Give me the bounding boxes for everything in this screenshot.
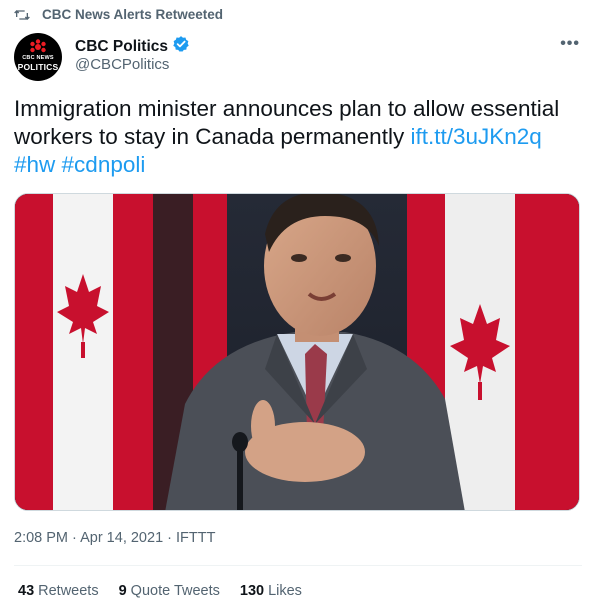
author-name[interactable]: CBC Politics <box>75 35 190 58</box>
photo-image <box>15 194 579 510</box>
quotes-label: Quote Tweets <box>130 583 220 599</box>
more-icon[interactable]: ••• <box>560 35 580 53</box>
engagement-stats: 43 Retweets 9 Quote Tweets 130 Likes <box>18 583 302 599</box>
hashtag-hw[interactable]: #hw <box>14 152 55 177</box>
avatar-section: POLITICS <box>17 62 59 72</box>
tweet-hashtags: #hw #cdnpoli <box>14 151 582 179</box>
retweet-context[interactable]: CBC News Alerts Retweeted <box>14 7 223 22</box>
flag-left <box>15 194 153 510</box>
tweet-timestamp[interactable]: 2:08 PM · Apr 14, 2021 · IFTTT <box>14 530 216 546</box>
avatar-brand: CBC NEWS <box>22 55 54 61</box>
author-handle[interactable]: @CBCPolitics <box>75 56 169 73</box>
hashtag-cdnpoli[interactable]: #cdnpoli <box>62 152 146 177</box>
tweet-time: 2:08 PM <box>14 530 68 546</box>
likes-stat[interactable]: 130 Likes <box>240 583 302 599</box>
verified-badge-icon <box>172 35 190 58</box>
tweet-text-line-2: workers to stay in Canada permanently if… <box>14 123 582 151</box>
tweet-photo[interactable] <box>14 193 580 511</box>
tweet-date: Apr 14, 2021 <box>80 530 164 546</box>
divider <box>14 565 582 566</box>
tweet-text-line-2-text: workers to stay in Canada permanently <box>14 124 405 149</box>
quotes-count: 9 <box>118 583 127 599</box>
likes-count: 130 <box>239 583 265 599</box>
tweet-text: Immigration minister announces plan to a… <box>14 95 582 179</box>
tweet-link[interactable]: ift.tt/3uJKn2q <box>410 124 541 149</box>
tweet-header: CBC NEWS POLITICS CBC Politics @CBCPolit… <box>14 33 582 85</box>
timestamp-separator: · <box>167 530 177 546</box>
likes-label: Likes <box>268 583 302 599</box>
retweet-icon <box>14 8 30 22</box>
timestamp-separator: · <box>72 530 81 546</box>
tweet-text-line-1: Immigration minister announces plan to a… <box>14 96 560 121</box>
retweets-count: 43 <box>18 583 35 599</box>
cbc-gem-icon <box>30 39 46 53</box>
quote-tweets-stat[interactable]: 9 Quote Tweets <box>119 583 220 599</box>
retweet-label: CBC News Alerts Retweeted <box>42 7 224 22</box>
retweets-label: Retweets <box>38 583 99 599</box>
author-name-text: CBC Politics <box>75 37 169 55</box>
avatar[interactable]: CBC NEWS POLITICS <box>14 33 62 81</box>
tweet-source[interactable]: IFTTT <box>176 530 215 546</box>
retweets-stat[interactable]: 43 Retweets <box>18 583 99 599</box>
